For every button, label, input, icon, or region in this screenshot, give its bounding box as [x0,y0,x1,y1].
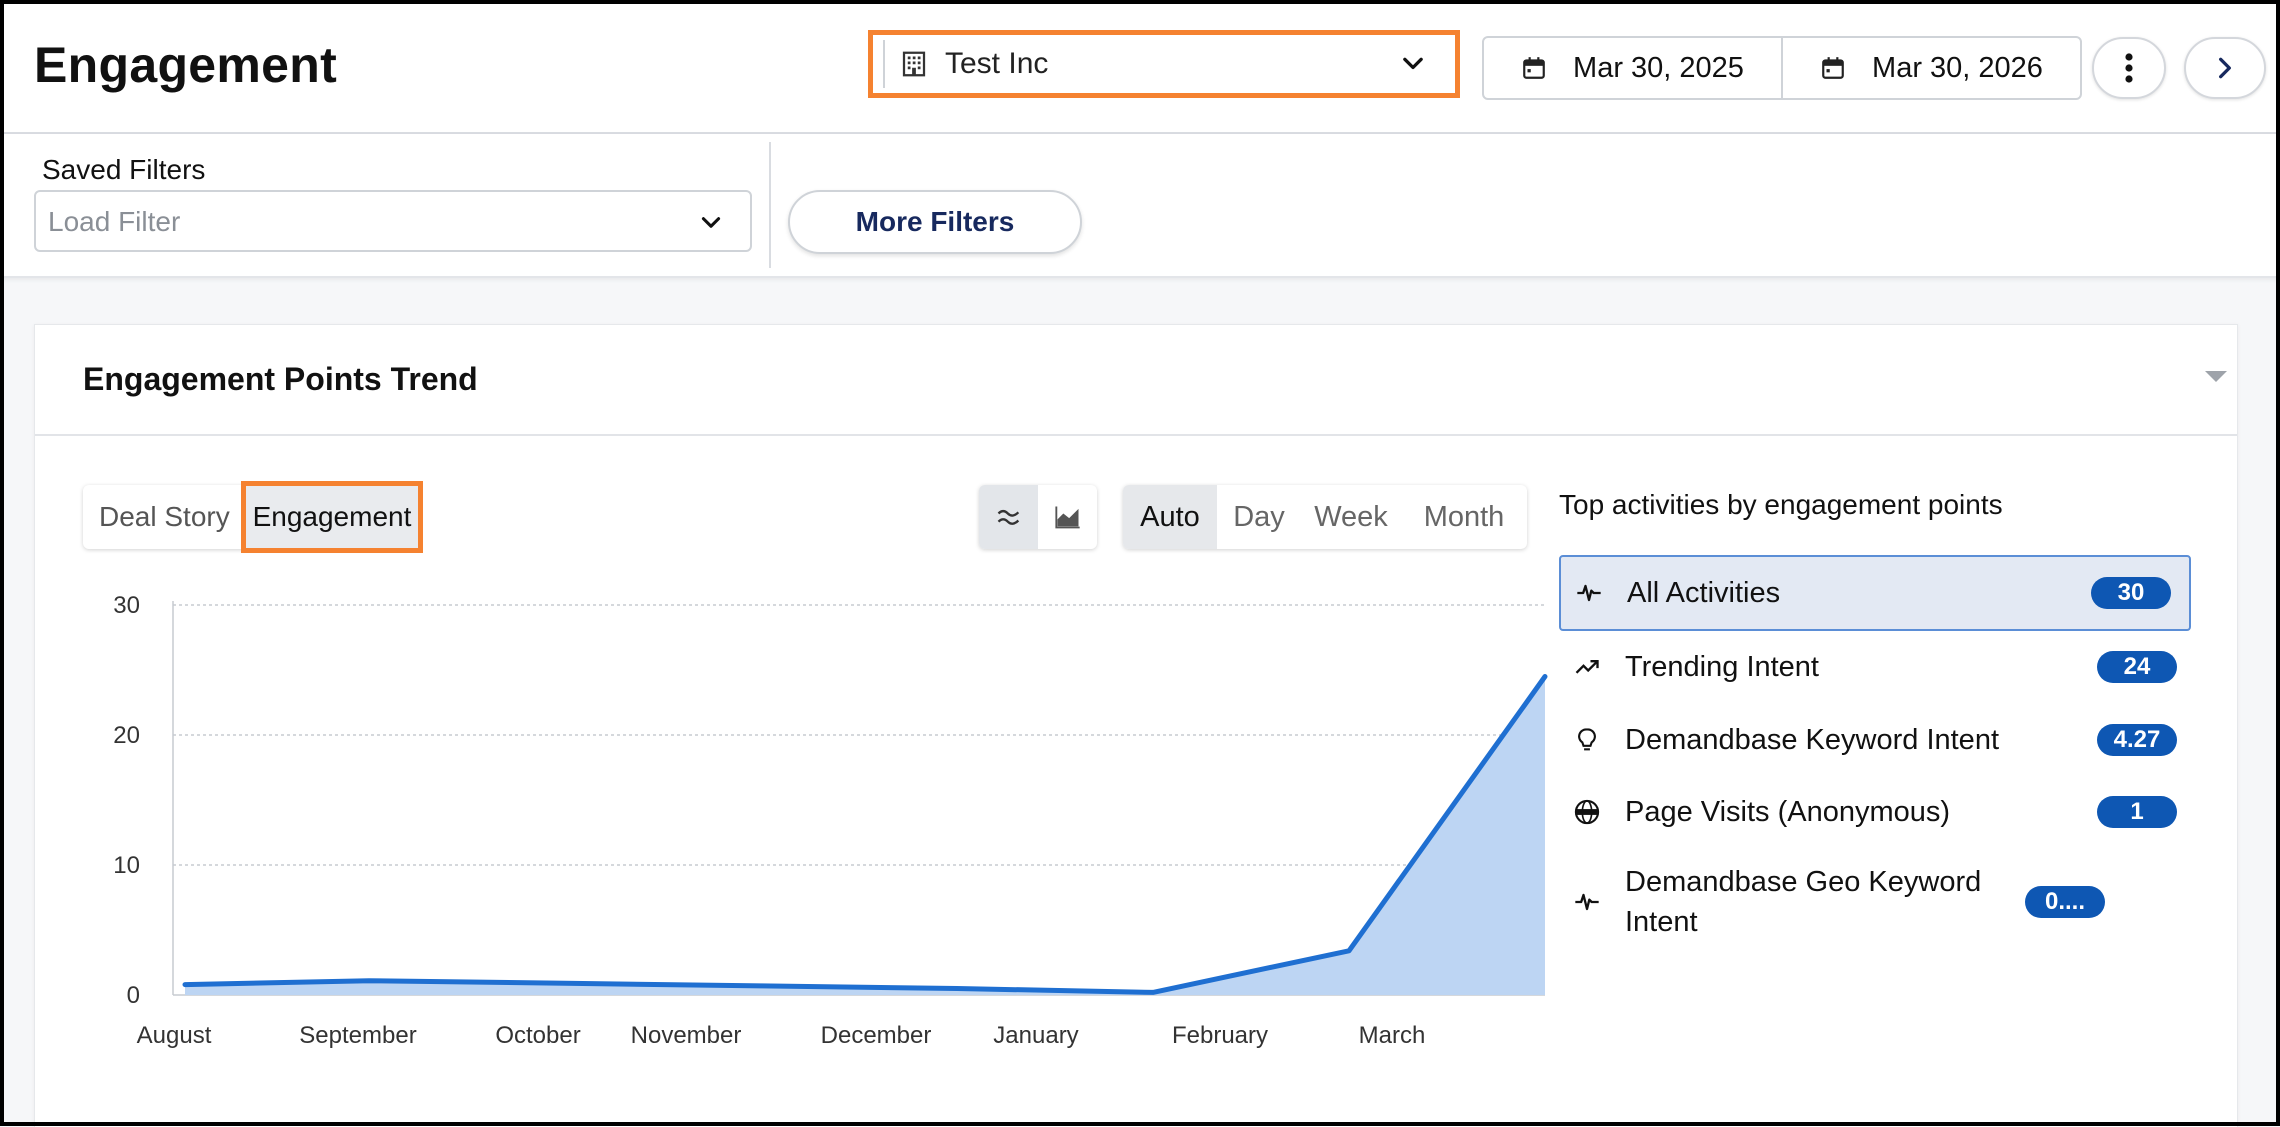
load-filter-select[interactable]: Load Filter [34,190,752,252]
page-header: Engagement Test Inc Mar 30, 2025 Mar 30,… [0,0,2280,134]
granularity-month[interactable]: Month [1401,485,1527,549]
engagement-points-card: Engagement Points Trend Deal Story Engag… [34,324,2238,1127]
y-tick-label: 20 [113,722,140,749]
y-tick-label: 0 [127,982,140,1009]
activity-label: All Activities [1627,573,2091,613]
granularity-day[interactable]: Day [1217,485,1301,549]
collapse-caret-icon[interactable] [2205,371,2227,382]
y-tick-label: 10 [113,852,140,879]
saved-filters-label: Saved Filters [42,154,205,186]
tab-deal-story[interactable]: Deal Story [83,485,241,549]
granularity-auto[interactable]: Auto [1123,485,1217,549]
activity-count-badge: 4.27 [2097,724,2177,756]
calendar-icon [1521,55,1547,81]
x-tick-label: October [495,1022,580,1049]
x-tick-label: November [631,1022,742,1049]
chevron-right-icon [2212,55,2238,81]
activity-count-badge: 30 [2091,577,2171,609]
end-date-value: Mar 30, 2026 [1872,52,2043,85]
activity-item-trending-intent[interactable]: Trending Intent 24 [1559,629,2191,705]
engagement-trend-chart: 0 10 20 30 August September October November Dec… [85,553,1565,1127]
activities-title: Top activities by engagement points [1559,489,2003,521]
line-chart-toggle[interactable] [979,485,1038,549]
filters-bar: Saved Filters Load Filter More Filters [0,134,2280,278]
divider [35,434,2237,436]
granularity-toggle: Auto Day Week Month [1123,485,1527,549]
tab-engagement[interactable]: Engagement [241,481,423,553]
activity-count-badge: 24 [2097,651,2177,683]
page-title: Engagement [34,36,337,94]
activity-item-all-activities[interactable]: All Activities 30 [1559,555,2191,631]
activity-item-keyword-intent[interactable]: Demandbase Keyword Intent 4.27 [1559,705,2191,775]
company-select-value: Test Inc [945,47,1399,81]
chevron-down-icon [698,210,724,236]
card-title: Engagement Points Trend [83,361,478,398]
area-chart-toggle[interactable] [1038,485,1097,549]
area-fill [185,677,1545,996]
x-tick-label: December [821,1022,932,1049]
activities-list: All Activities 30 Trending Intent 24 Dem… [1559,555,2191,955]
trending-up-icon [1573,653,1601,681]
more-options-button[interactable] [2092,37,2166,99]
pulse-icon [1573,888,1601,916]
chevron-down-icon [1399,50,1427,78]
view-tabs: Deal Story Engagement [83,485,409,549]
x-tick-label: September [299,1022,416,1049]
date-range-picker: Mar 30, 2025 Mar 30, 2026 [1482,36,2082,100]
wave-lines-icon [995,503,1023,531]
chart-type-toggle [979,485,1097,549]
more-filters-button[interactable]: More Filters [788,190,1082,254]
x-tick-label: February [1172,1022,1268,1049]
x-tick-label: August [137,1022,212,1049]
building-icon [899,49,929,79]
lightbulb-icon [1573,726,1601,754]
pulse-icon [1575,579,1603,607]
company-select[interactable]: Test Inc [868,30,1460,98]
activity-label: Page Visits (Anonymous) [1625,792,2097,832]
x-tick-label: March [1359,1022,1426,1049]
kebab-menu-icon [2124,52,2134,84]
activity-count-badge: 1 [2097,796,2177,828]
area-chart-icon [1053,503,1083,531]
x-tick-label: January [993,1022,1078,1049]
activity-count-badge: 0.... [2025,886,2105,918]
load-filter-placeholder: Load Filter [48,206,180,238]
activity-label: Demandbase Keyword Intent [1625,720,2097,760]
activity-item-page-visits[interactable]: Page Visits (Anonymous) 1 [1559,775,2191,849]
granularity-week[interactable]: Week [1301,485,1401,549]
divider [769,142,771,268]
activity-item-geo-keyword-intent[interactable]: Demandbase Geo Keyword Intent 0.... [1559,849,2191,955]
start-date-value: Mar 30, 2025 [1573,52,1744,85]
end-date-button[interactable]: Mar 30, 2026 [1781,38,2080,98]
activity-label: Trending Intent [1625,647,2097,687]
calendar-icon [1820,55,1846,81]
series-line [185,677,1545,993]
next-button[interactable] [2184,37,2266,99]
activity-label: Demandbase Geo Keyword Intent [1625,862,2025,942]
start-date-button[interactable]: Mar 30, 2025 [1484,38,1781,98]
www-globe-icon [1573,798,1601,826]
y-tick-label: 30 [113,592,140,619]
